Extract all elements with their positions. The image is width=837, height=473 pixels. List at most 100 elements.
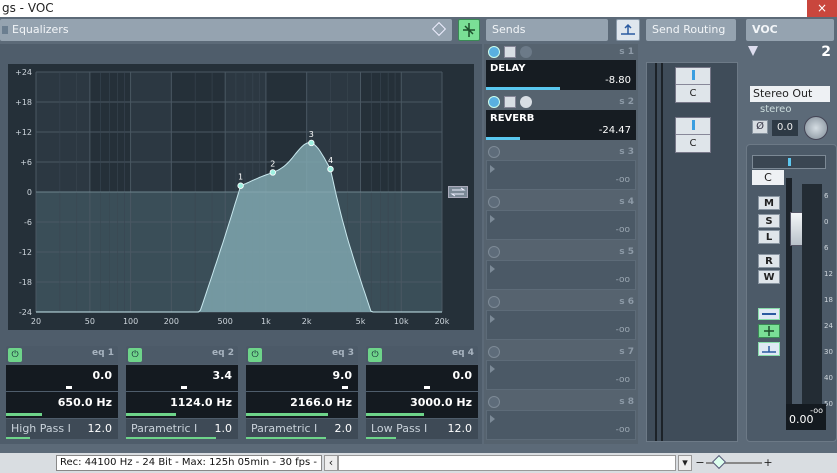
send-power-icon[interactable] [488, 146, 500, 158]
read-button[interactable]: R [758, 254, 780, 268]
zoom-menu-button[interactable]: ▾ [678, 455, 692, 471]
pan-slider[interactable] [752, 155, 826, 169]
send-power-icon[interactable] [488, 296, 500, 308]
sends-section-header[interactable]: Sends [486, 19, 608, 41]
eq-preset-icon[interactable] [431, 21, 447, 37]
send-level-field[interactable]: DELAY -8.80 [486, 60, 636, 90]
eq-type-field[interactable]: High Pass I 12.0 [6, 419, 118, 439]
sends-enable-button[interactable] [758, 342, 780, 356]
eq-q-value[interactable]: 2.0 [335, 419, 353, 439]
send-level-field[interactable]: -oo [486, 160, 636, 190]
eq-band-power-icon[interactable]: ⏻ [368, 348, 382, 362]
fader-scale-tick: 6 [824, 244, 829, 252]
eq-type-field[interactable]: Parametric I 2.0 [246, 419, 358, 439]
eq-freq-field[interactable]: 2166.0 Hz [246, 392, 358, 418]
send-slot-1[interactable]: s 1 DELAY -8.80 [486, 46, 636, 94]
horizontal-scrollbar[interactable] [338, 455, 676, 471]
equalizers-section-header[interactable]: Equalizers [0, 19, 452, 41]
eq-q-value[interactable]: 12.0 [448, 419, 473, 439]
phase-button[interactable]: Ø [752, 120, 768, 134]
send-expand-icon[interactable] [490, 415, 495, 423]
send-routing-pan[interactable]: C [675, 117, 711, 153]
send-expand-icon[interactable] [490, 165, 495, 173]
eq-q-value[interactable]: 12.0 [88, 419, 113, 439]
send-power-icon[interactable] [488, 196, 500, 208]
send-power-icon[interactable] [488, 46, 500, 58]
send-power-icon[interactable] [488, 396, 500, 408]
eq-freq-field[interactable]: 1124.0 Hz [126, 392, 238, 418]
scroll-left-button[interactable]: ‹ [324, 455, 338, 471]
eq-gain-field[interactable]: 0.0 [6, 365, 118, 391]
edit-fx-icon[interactable] [520, 46, 532, 58]
send-routing-header[interactable]: Send Routing [646, 19, 736, 41]
send-slot-3[interactable]: s 3 -oo [486, 146, 636, 194]
zoom-slider-thumb[interactable] [711, 454, 727, 470]
send-level-field[interactable]: -oo [486, 210, 636, 240]
eq-type-field[interactable]: Parametric I 1.0 [126, 419, 238, 439]
eq-band-power-icon[interactable]: ⏻ [248, 348, 262, 362]
eq-bypass-button[interactable] [458, 19, 480, 41]
send-level-field[interactable]: -oo [486, 410, 636, 440]
output-routing-field[interactable]: Stereo Out [750, 86, 830, 102]
eq-q-value[interactable]: 1.0 [215, 419, 233, 439]
send-expand-icon[interactable] [490, 315, 495, 323]
eq-freq-field[interactable]: 650.0 Hz [6, 392, 118, 418]
eq-band-power-icon[interactable]: ⏻ [8, 348, 22, 362]
eq-band-power-icon[interactable]: ⏻ [128, 348, 142, 362]
send-slot-6[interactable]: s 6 -oo [486, 296, 636, 344]
send-slot-2[interactable]: s 2 REVERB -24.47 [486, 96, 636, 144]
swap-arrows-icon [450, 187, 466, 197]
send-slot-8[interactable]: s 8 -oo [486, 396, 636, 444]
send-level-field[interactable]: -oo [486, 310, 636, 340]
send-power-icon[interactable] [488, 246, 500, 258]
input-gain-value[interactable]: 0.0 [772, 120, 798, 136]
eq-enable-button[interactable] [758, 324, 780, 338]
gain-knob[interactable] [804, 116, 828, 140]
eq-handle-3[interactable] [308, 139, 315, 147]
channel-menu-icon[interactable] [748, 46, 758, 56]
eq-freq-bar [246, 413, 328, 416]
eq-flip-button[interactable] [448, 186, 468, 198]
pre-post-icon[interactable] [504, 96, 516, 108]
zoom-out-button[interactable]: − [694, 457, 706, 469]
pre-post-icon[interactable] [504, 46, 516, 58]
eq-band-header: ⏻ eq 1 [6, 346, 118, 364]
send-power-icon[interactable] [488, 346, 500, 358]
solo-button[interactable]: S [758, 214, 780, 228]
eq-handle-1[interactable] [237, 182, 244, 189]
eq-gain-field[interactable]: 9.0 [246, 365, 358, 391]
channel-name-field[interactable]: VOC [746, 19, 834, 41]
edit-fx-icon[interactable] [520, 96, 532, 108]
zoom-slider[interactable] [706, 454, 762, 470]
pan-value[interactable]: C [752, 170, 784, 185]
send-level-field[interactable]: -oo [486, 260, 636, 290]
send-expand-icon[interactable] [490, 265, 495, 273]
eq-gain-field[interactable]: 3.4 [126, 365, 238, 391]
eq-type-field[interactable]: Low Pass I 12.0 [366, 419, 478, 439]
send-expand-icon[interactable] [490, 215, 495, 223]
send-level-field[interactable]: REVERB -24.47 [486, 110, 636, 140]
mute-button[interactable]: M [758, 196, 780, 210]
close-button[interactable]: × [807, 0, 837, 17]
send-level-field[interactable]: -oo [486, 360, 636, 390]
volume-display[interactable]: -oo 0.00 [786, 404, 826, 430]
y-tick-label: -18 [19, 278, 32, 287]
send-expand-icon[interactable] [490, 365, 495, 373]
sends-route-button[interactable] [616, 19, 640, 41]
send-routing-pan[interactable]: C [675, 67, 711, 103]
send-slot-4[interactable]: s 4 -oo [486, 196, 636, 244]
send-slot-5[interactable]: s 5 -oo [486, 246, 636, 294]
eq-curve-display[interactable]: +24 +18 +12 +6 0 -6 -12 -18 -24 20 50 100 200 500 1k 2k… [8, 64, 474, 330]
eq-handle-2[interactable] [269, 169, 276, 176]
write-button[interactable]: W [758, 270, 780, 284]
insert-button[interactable] [758, 308, 780, 320]
eq-gain-field[interactable]: 0.0 [366, 365, 478, 391]
eq-handle-4[interactable] [327, 165, 334, 173]
eq-gain-value: 3.4 [212, 369, 233, 382]
listen-button[interactable]: L [758, 230, 780, 244]
send-power-icon[interactable] [488, 96, 500, 108]
zoom-in-button[interactable]: + [762, 457, 774, 469]
y-tick-label: 0 [27, 188, 32, 197]
send-slot-7[interactable]: s 7 -oo [486, 346, 636, 394]
eq-freq-field[interactable]: 3000.0 Hz [366, 392, 478, 418]
